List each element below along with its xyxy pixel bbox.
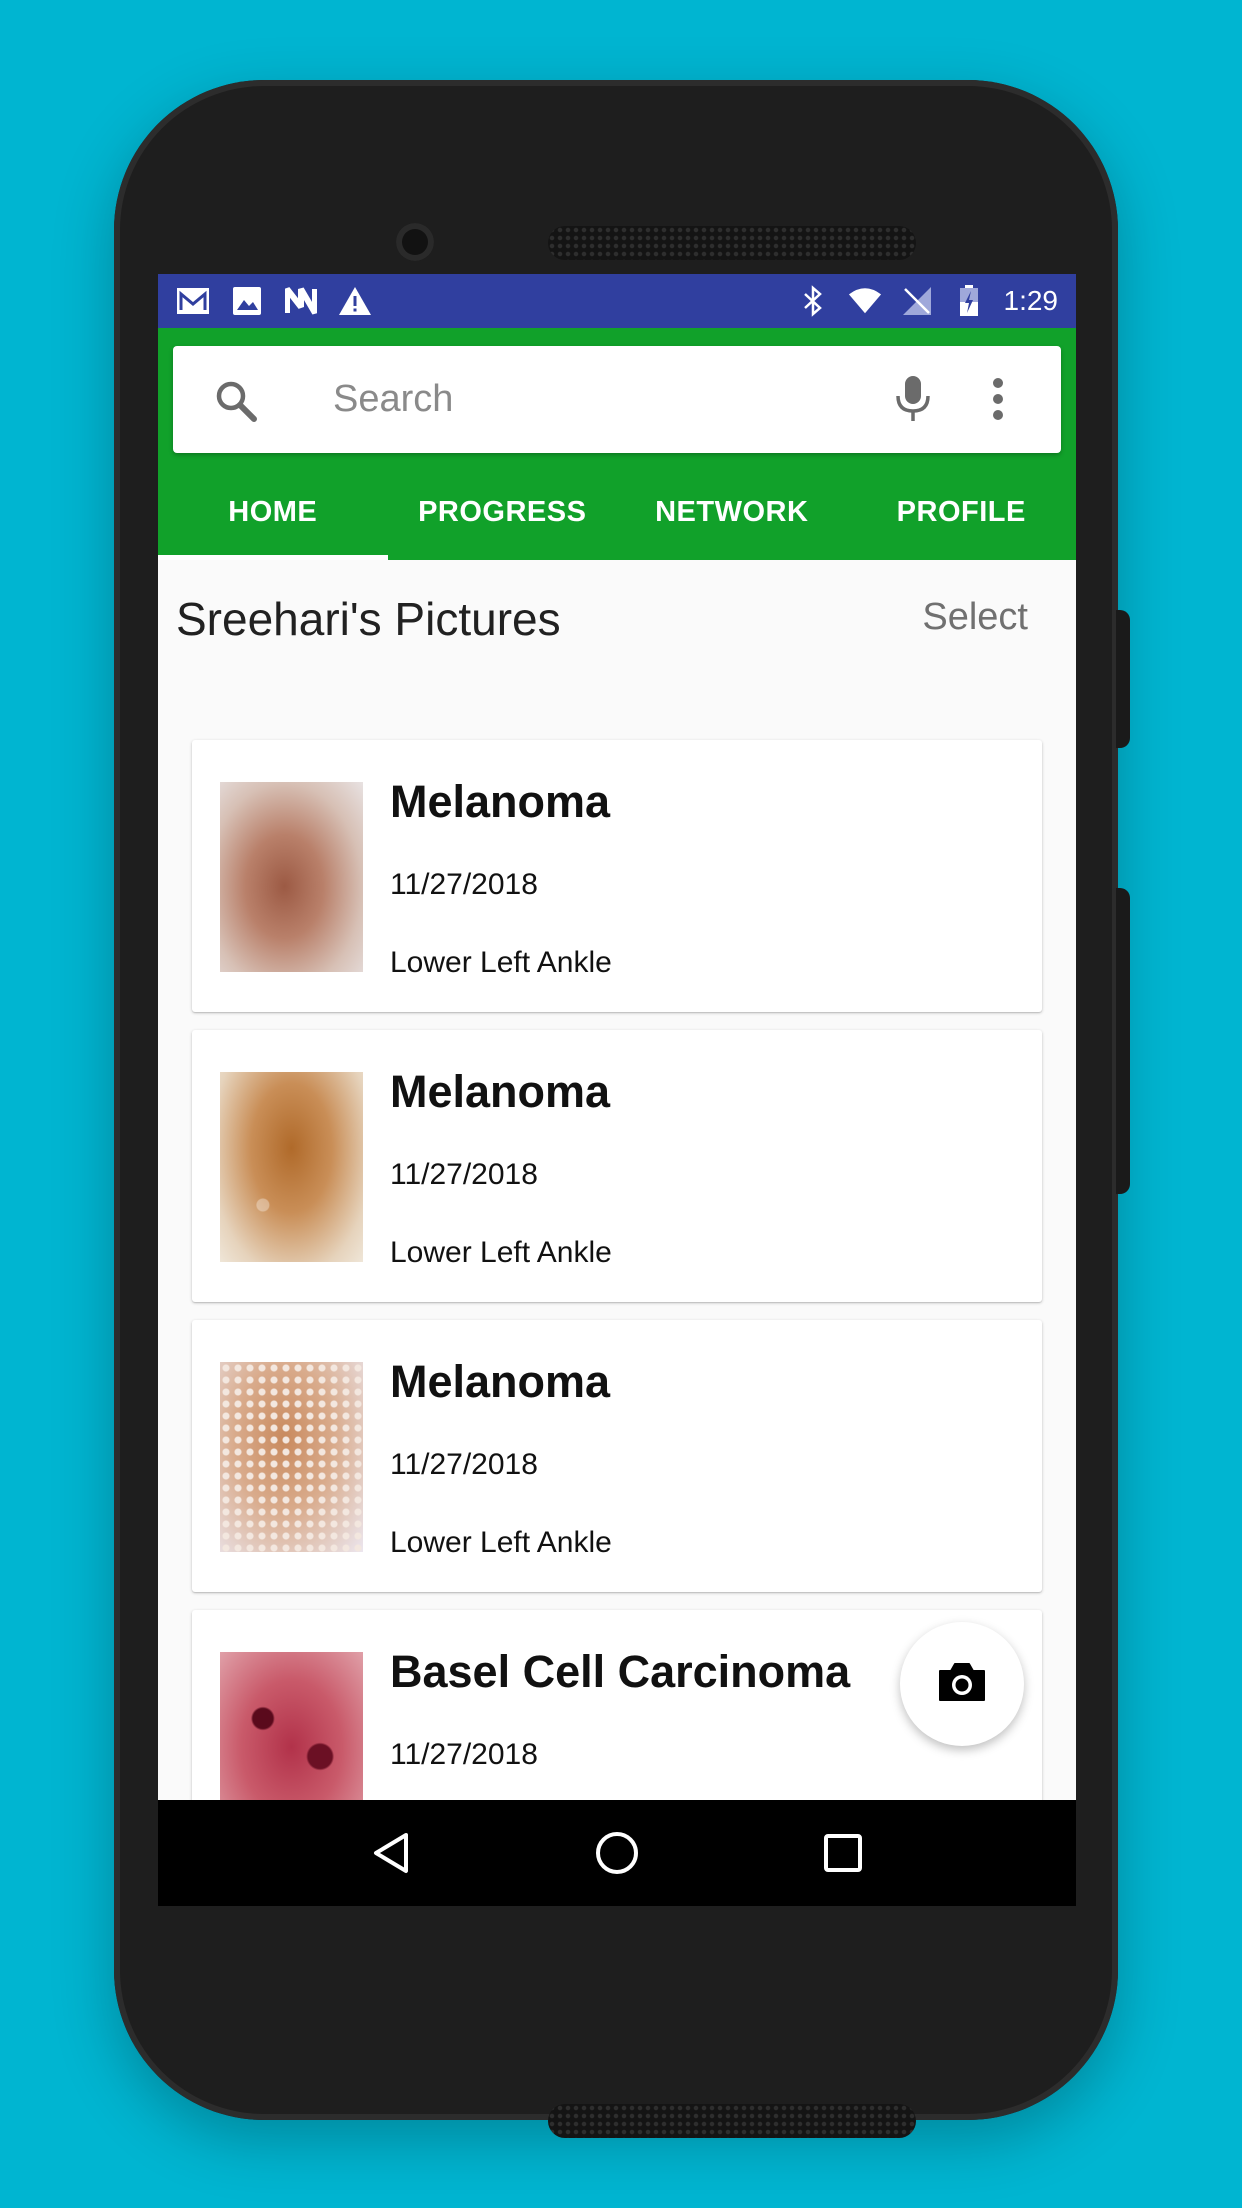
status-bar: 1:29 [158,274,1076,328]
tab-home[interactable]: HOME [158,464,388,560]
picture-card[interactable]: Melanoma 11/27/2018 Lower Left Ankle [192,740,1042,1012]
app-bar: HOME PROGRESS NETWORK PROFILE [158,328,1076,560]
lesion-thumbnail [220,782,363,972]
search-icon[interactable] [213,378,259,429]
search-bar[interactable] [173,346,1061,453]
n-icon [284,284,318,318]
lesion-thumbnail [220,1072,363,1262]
card-location: Lower Left Ankle [390,1236,612,1269]
status-time: 1:29 [1003,285,1059,316]
camera-fab[interactable] [900,1622,1024,1746]
card-date: 11/27/2018 [390,1738,538,1771]
recents-icon[interactable] [813,1823,873,1883]
mic-icon[interactable] [893,374,933,429]
image-icon [230,284,264,318]
battery-charging-icon [952,284,986,318]
picture-card[interactable]: Melanoma 11/27/2018 Lower Left Ankle [192,1320,1042,1592]
search-input[interactable] [333,368,833,430]
tab-progress[interactable]: PROGRESS [388,464,618,560]
page-title: Sreehari's Pictures [176,593,561,645]
back-icon[interactable] [361,1823,421,1883]
tab-network[interactable]: NETWORK [617,464,847,560]
card-date: 11/27/2018 [390,1158,538,1191]
tab-bar: HOME PROGRESS NETWORK PROFILE [158,464,1076,560]
volume-button [1116,888,1130,1194]
gmail-icon [176,284,210,318]
card-location: Lower Left Ankle [390,1526,612,1559]
home-icon[interactable] [587,1823,647,1883]
warning-icon [338,284,372,318]
front-camera [396,223,434,261]
more-options-icon[interactable] [991,376,1005,427]
card-date: 11/27/2018 [390,1448,538,1481]
card-location: Lower Left Ankle [390,946,612,979]
bluetooth-icon [796,284,830,318]
earpiece-speaker [548,226,916,260]
wifi-icon [848,284,882,318]
card-title: Melanoma [390,776,611,827]
lesion-thumbnail [220,1362,363,1552]
camera-icon [937,1661,987,1708]
card-title: Melanoma [390,1066,611,1117]
screen: 1:29 HOME PROGRESS NETWORK PROFILE Sreeh… [158,274,1076,1906]
tab-profile[interactable]: PROFILE [847,464,1077,560]
picture-card[interactable]: Melanoma 11/27/2018 Lower Left Ankle [192,1030,1042,1302]
bottom-speaker [548,2104,916,2138]
card-title: Melanoma [390,1356,611,1407]
card-date: 11/27/2018 [390,868,538,901]
no-sim-icon [900,284,934,318]
system-nav-bar [158,1800,1076,1906]
card-title: Basel Cell Carcinoma [390,1646,851,1697]
power-button [1116,610,1130,748]
select-button[interactable]: Select [922,596,1028,639]
